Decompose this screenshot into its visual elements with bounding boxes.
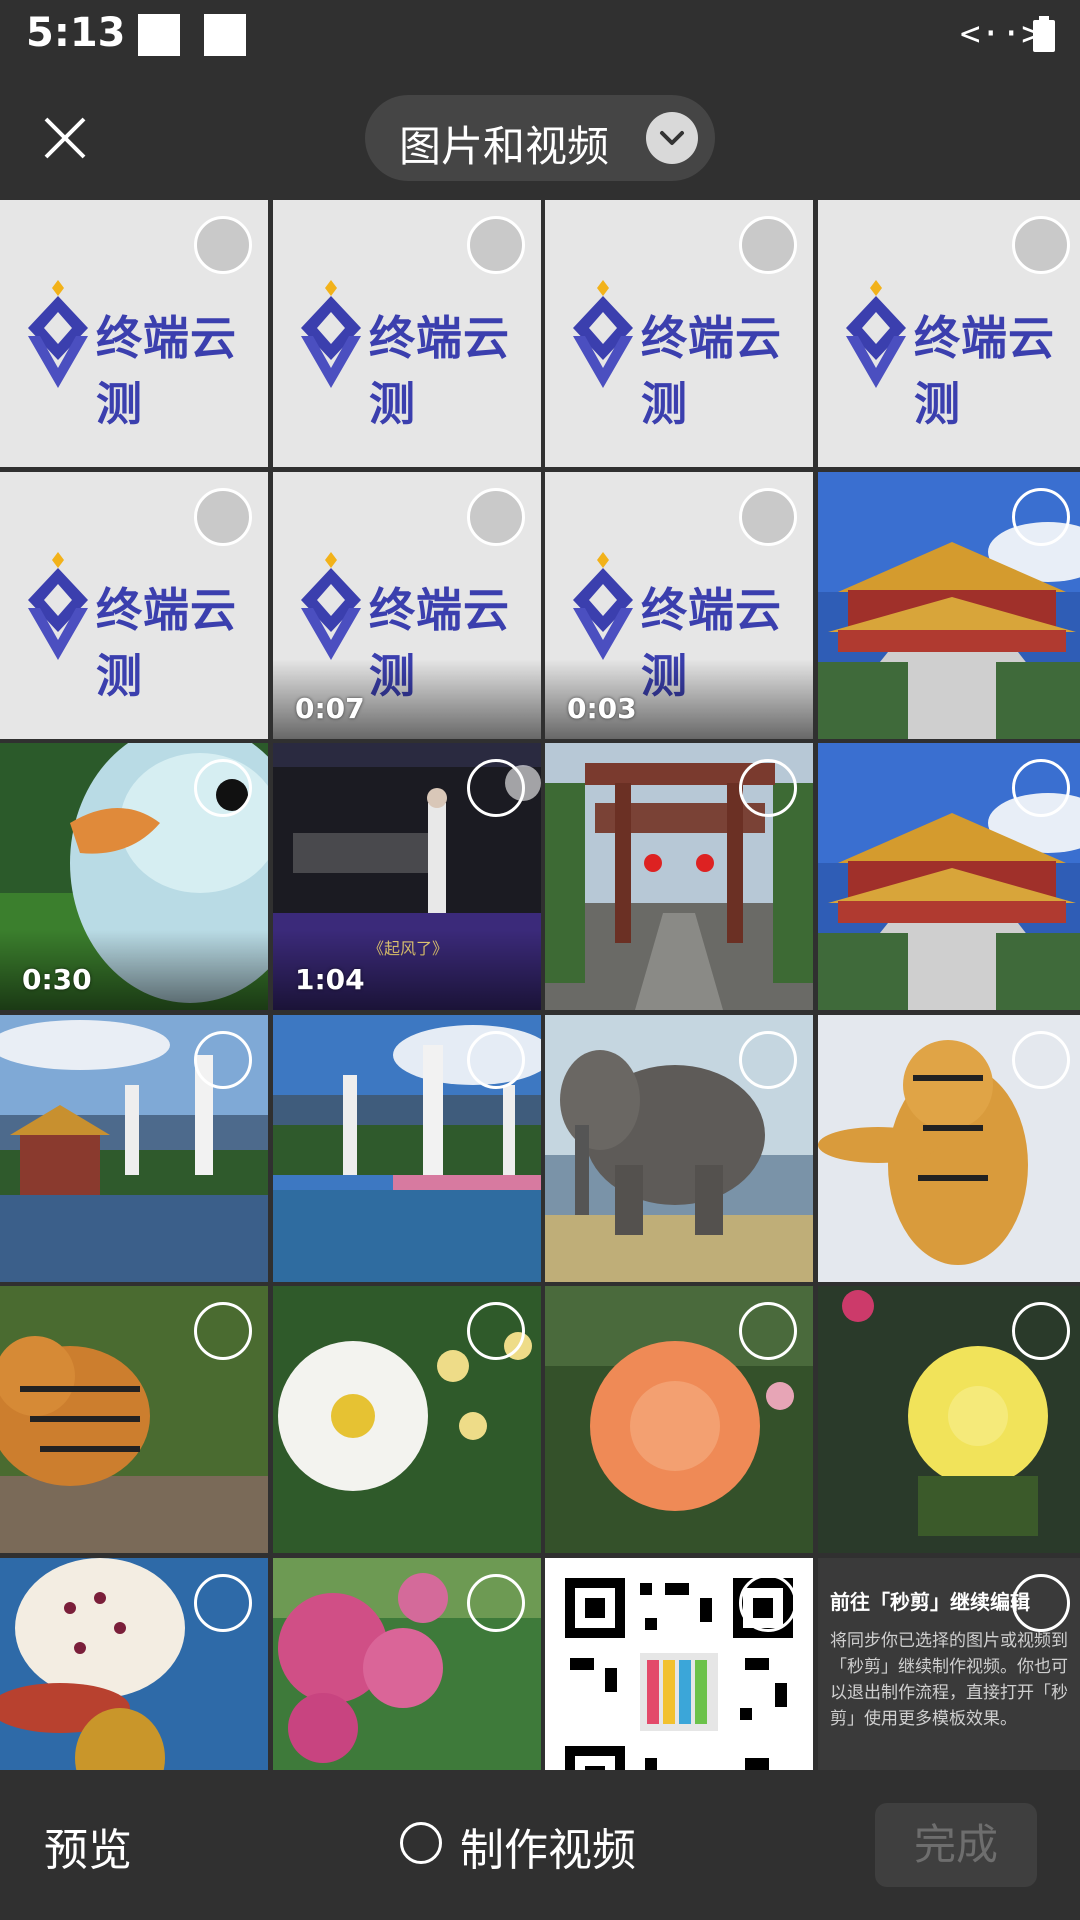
close-icon[interactable] xyxy=(30,103,100,173)
battery-icon xyxy=(1033,16,1055,52)
select-circle-icon[interactable] xyxy=(1012,1302,1070,1360)
logo-text: 终端云测 xyxy=(369,311,510,431)
bottom-bar: 预览 制作视频 完成 xyxy=(0,1770,1080,1920)
logo-text: 终端云测 xyxy=(641,311,782,431)
select-circle-icon[interactable] xyxy=(194,1574,252,1632)
select-circle-icon[interactable] xyxy=(1012,759,1070,817)
media-tile-qr-code[interactable] xyxy=(545,1558,813,1770)
video-duration: 0:30 xyxy=(22,963,92,996)
video-duration: 0:03 xyxy=(567,692,637,725)
media-tile-white-rose[interactable] xyxy=(273,1286,541,1553)
select-circle-icon[interactable] xyxy=(467,1302,525,1360)
select-circle-icon[interactable] xyxy=(194,216,252,274)
media-tile-pink-flowers[interactable] xyxy=(273,1558,541,1770)
logo-icon xyxy=(571,280,635,388)
select-circle-icon[interactable] xyxy=(467,488,525,546)
album-title: 图片和视频 xyxy=(399,122,610,171)
select-circle-icon[interactable] xyxy=(467,759,525,817)
promo-tile[interactable]: 前往「秒剪」继续编辑 将同步你已选择的图片或视频到「秒剪」继续制作视频。你也可以… xyxy=(818,1558,1080,1770)
logo-text: 终端云测 xyxy=(96,583,237,703)
select-circle-icon[interactable] xyxy=(739,1302,797,1360)
media-tile-temple[interactable] xyxy=(818,743,1080,1010)
select-circle-icon[interactable] xyxy=(739,216,797,274)
notification-icon xyxy=(138,14,180,56)
logo-text: 终端云测 xyxy=(96,311,237,431)
select-circle-icon[interactable] xyxy=(467,1031,525,1089)
media-tile-yellow-rose[interactable] xyxy=(818,1286,1080,1553)
promo-title: 前往「秒剪」继续编辑 xyxy=(830,1590,1030,1614)
album-selector[interactable]: 图片和视频 xyxy=(365,95,715,181)
logo-icon xyxy=(299,552,363,660)
media-tile-logo[interactable]: 终端云测 xyxy=(0,472,268,739)
preview-button[interactable]: 预览 xyxy=(44,1814,132,1878)
logo-icon xyxy=(571,552,635,660)
media-tile-logo[interactable]: 终端云测 xyxy=(0,200,268,467)
media-tile-logo[interactable]: 终端云测 xyxy=(818,200,1080,467)
promo-body: 将同步你已选择的图片或视频到「秒剪」继续制作视频。你也可以退出制作流程，直接打开… xyxy=(830,1631,1068,1729)
media-tile-elephant[interactable] xyxy=(545,1015,813,1282)
video-duration: 1:04 xyxy=(295,963,365,996)
data-transfer-icon: <··> xyxy=(960,14,1042,54)
select-circle-icon[interactable] xyxy=(1012,216,1070,274)
done-button[interactable]: 完成 xyxy=(875,1803,1037,1887)
select-circle-icon[interactable] xyxy=(739,488,797,546)
header: 图片和视频 xyxy=(0,75,1080,200)
select-circle-icon[interactable] xyxy=(194,488,252,546)
media-tile-concert[interactable]: 《起风了》1:04 xyxy=(273,743,541,1010)
media-tile-pagoda-lake-2[interactable] xyxy=(273,1015,541,1282)
select-circle-icon[interactable] xyxy=(739,1031,797,1089)
video-duration: 0:07 xyxy=(295,692,365,725)
media-grid: 终端云测 终端云测 终端云测 终端云测 终端云测 终端云测0:07 终端云测0:… xyxy=(0,200,1080,1770)
make-video-label: 制作视频 xyxy=(460,1825,636,1876)
logo-icon xyxy=(299,280,363,388)
media-tile-logo[interactable]: 终端云测0:07 xyxy=(273,472,541,739)
radio-icon[interactable] xyxy=(400,1822,442,1864)
logo-icon xyxy=(26,280,90,388)
select-circle-icon[interactable] xyxy=(194,1031,252,1089)
logo-text: 终端云测 xyxy=(914,311,1055,431)
media-tile-pagoda-lake[interactable] xyxy=(0,1015,268,1282)
chevron-down-icon xyxy=(646,112,698,164)
select-circle-icon[interactable] xyxy=(467,216,525,274)
media-tile-orange-rose[interactable] xyxy=(545,1286,813,1553)
select-circle-icon[interactable] xyxy=(194,759,252,817)
media-tile-bird[interactable]: 0:30 xyxy=(0,743,268,1010)
select-circle-icon[interactable] xyxy=(1012,1574,1070,1632)
media-tile-gate[interactable] xyxy=(545,743,813,1010)
select-circle-icon[interactable] xyxy=(739,1574,797,1632)
media-tile-logo[interactable]: 终端云测 xyxy=(273,200,541,467)
media-tile-orchid[interactable] xyxy=(0,1558,268,1770)
media-tile-logo[interactable]: 终端云测0:03 xyxy=(545,472,813,739)
select-circle-icon[interactable] xyxy=(1012,488,1070,546)
status-bar: 5:13 <··> xyxy=(0,0,1080,75)
logo-icon xyxy=(26,552,90,660)
notification-icon xyxy=(204,14,246,56)
media-tile-tiger[interactable] xyxy=(0,1286,268,1553)
media-tile-logo[interactable]: 终端云测 xyxy=(545,200,813,467)
select-circle-icon[interactable] xyxy=(467,1574,525,1632)
logo-icon xyxy=(844,280,908,388)
select-circle-icon[interactable] xyxy=(194,1302,252,1360)
select-circle-icon[interactable] xyxy=(1012,1031,1070,1089)
media-tile-temple[interactable] xyxy=(818,472,1080,739)
select-circle-icon[interactable] xyxy=(739,759,797,817)
media-tile-tiger-snow[interactable] xyxy=(818,1015,1080,1282)
status-time: 5:13 xyxy=(26,10,126,56)
